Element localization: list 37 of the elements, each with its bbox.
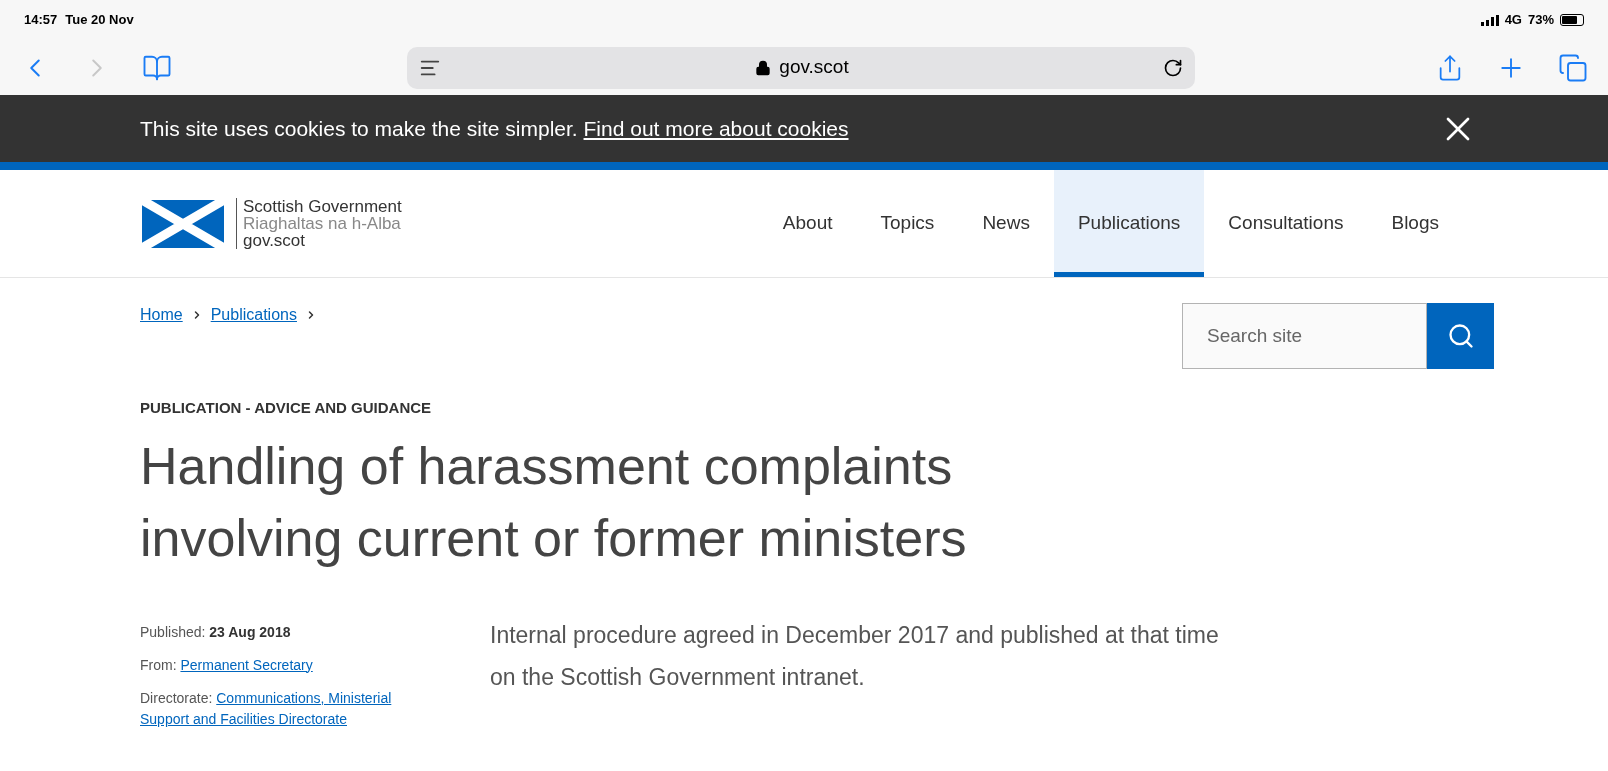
meta-label: From: — [140, 656, 177, 673]
summary-text: Internal procedure agreed in December 2017 and published at that time on the Scottish Government intranet. — [490, 620, 1220, 692]
meta-link[interactable]: Communications, Ministerial — [216, 689, 392, 706]
battery-percent: 73% — [1527, 11, 1554, 30]
reload-icon[interactable] — [1163, 57, 1183, 78]
signal-icon — [1480, 14, 1499, 26]
nav-tab[interactable]: News — [958, 170, 1054, 277]
meta-label: Directorate: — [140, 689, 213, 706]
logo-name: Scottish Government — [243, 198, 402, 215]
search-button[interactable] — [1427, 303, 1494, 369]
address-bar[interactable]: gov.scot — [407, 46, 1195, 89]
url-text: gov.scot — [779, 55, 849, 80]
tabs-icon[interactable] — [1558, 52, 1588, 83]
nav-tab[interactable]: Publications — [1053, 170, 1205, 277]
logo-domain: gov.scot — [243, 232, 306, 249]
status-time: 14:57 — [24, 11, 58, 30]
breadcrumb-link[interactable]: Home — [140, 303, 183, 327]
cookie-link[interactable]: Find out more about cookies — [583, 116, 849, 140]
nav-tab[interactable]: Consultations — [1204, 170, 1368, 277]
network-type: 4G — [1504, 11, 1522, 30]
meta-value: 23 Aug 2018 — [209, 623, 291, 640]
meta-link[interactable]: Permanent Secretary — [180, 656, 313, 673]
search-field[interactable]: Search site — [1182, 303, 1427, 369]
breadcrumb-link[interactable]: Publications — [210, 303, 297, 327]
logo-gaelic: Riaghaltas na h-Alba — [243, 215, 402, 232]
status-date: Tue 20 Nov — [65, 11, 134, 30]
cookie-message: This site uses cookies to make the site simpler. Find out more about cookies — [140, 115, 849, 142]
nav-tab[interactable]: About — [758, 170, 857, 277]
battery-icon — [1560, 14, 1584, 26]
search-icon — [1446, 322, 1475, 350]
meta-label: Published: — [140, 623, 206, 640]
nav-tab[interactable]: Blogs — [1367, 170, 1463, 277]
page-title: Handling of harassment complaints involving current or former ministers — [140, 435, 968, 569]
lock-icon — [755, 59, 772, 76]
publication-type: PUBLICATION - ADVICE AND GUIDANCE — [140, 398, 433, 418]
nav-tab[interactable]: Topics — [856, 170, 959, 277]
meta-link[interactable]: Support and Facilities Directorate — [140, 710, 347, 727]
